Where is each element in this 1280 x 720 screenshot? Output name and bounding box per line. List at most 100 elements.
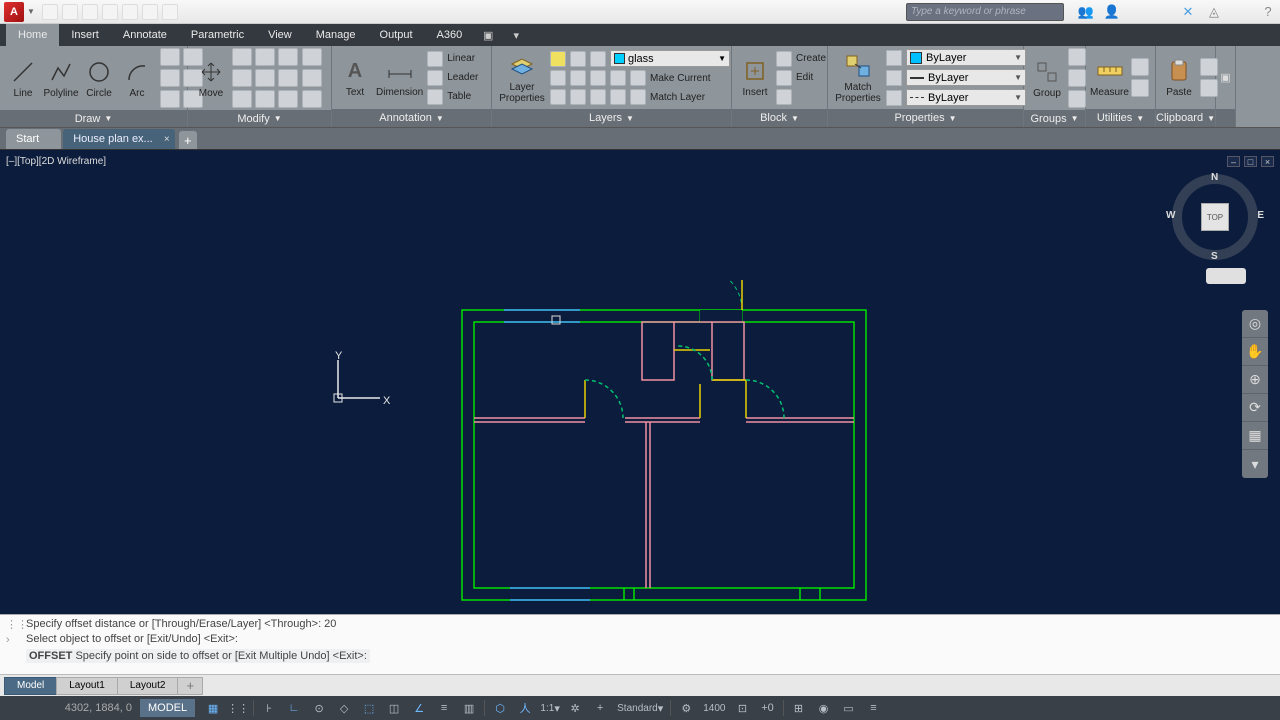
tab-manage[interactable]: Manage — [304, 24, 368, 46]
util-select-icon[interactable] — [1131, 58, 1149, 76]
qat-new-icon[interactable] — [42, 4, 58, 20]
erase-icon[interactable] — [302, 48, 322, 66]
app-store-icon[interactable]: ◬ — [1206, 4, 1222, 20]
group-button[interactable]: Group — [1030, 58, 1064, 99]
layer-tool1-icon[interactable] — [550, 89, 566, 105]
explode-icon[interactable] — [302, 69, 322, 87]
block-more-icon[interactable] — [776, 89, 826, 105]
close-tab-icon[interactable]: × — [164, 134, 170, 145]
iso-toggle-icon[interactable]: ◇ — [332, 698, 356, 718]
layer-properties-button[interactable]: Layer Properties — [498, 52, 546, 104]
create-block-button[interactable]: Create — [776, 51, 826, 67]
viewcube-w[interactable]: W — [1166, 210, 1175, 221]
command-handle-icon[interactable]: ⋮⋮› — [6, 618, 28, 648]
measure-button[interactable]: Measure — [1092, 57, 1127, 98]
viewcube-face[interactable]: TOP — [1201, 203, 1229, 231]
signin-icon[interactable]: 👥 — [1078, 4, 1094, 20]
3dosnap-toggle-icon[interactable]: ◫ — [382, 698, 406, 718]
viewport-min-icon[interactable]: – — [1227, 156, 1240, 167]
edit-block-button[interactable]: Edit — [776, 70, 826, 86]
view-label[interactable]: [–][Top][2D Wireframe] — [6, 156, 106, 167]
viewcube-s[interactable]: S — [1211, 251, 1218, 262]
ribbon-collapse-icon[interactable]: ▣ — [1220, 71, 1230, 84]
tab-a360[interactable]: A360 — [425, 24, 475, 46]
nav-showmotion-icon[interactable]: ▦ — [1242, 422, 1268, 450]
layer-off-icon[interactable] — [550, 70, 566, 86]
app-icon[interactable]: A — [4, 2, 24, 22]
trim-icon[interactable] — [278, 48, 298, 66]
gear-icon[interactable]: ✲ — [563, 698, 587, 718]
polar-toggle-icon[interactable]: ⊙ — [307, 698, 331, 718]
cleanscreen-icon[interactable]: ▭ — [837, 698, 861, 718]
workspace-icon[interactable]: ⚙ — [674, 698, 698, 718]
fillet-icon[interactable] — [278, 69, 298, 87]
polyline-button[interactable]: Polyline — [44, 58, 78, 99]
user-icon[interactable]: 👤 — [1104, 4, 1120, 20]
layer-freeze-icon[interactable] — [570, 51, 586, 67]
units-icon[interactable]: +0 — [756, 698, 780, 718]
lineweight-toggle-icon[interactable]: ≡ — [432, 698, 456, 718]
tab-home[interactable]: Home — [6, 24, 59, 46]
util-qcalc-icon[interactable] — [1131, 79, 1149, 97]
grid-toggle-icon[interactable]: ▦ — [201, 698, 225, 718]
search-input[interactable]: Type a keyword or phrase — [906, 3, 1064, 21]
viewport-close-icon[interactable]: × — [1261, 156, 1274, 167]
modelspace-toggle[interactable]: MODEL — [140, 699, 195, 717]
spline-icon[interactable] — [160, 90, 180, 108]
viewport-max-icon[interactable]: □ — [1244, 156, 1257, 167]
hw-accel-icon[interactable]: ⊞ — [787, 698, 811, 718]
scale-icon[interactable] — [255, 69, 275, 87]
selcycle-icon[interactable]: ⬡ — [488, 698, 512, 718]
tab-insert[interactable]: Insert — [59, 24, 111, 46]
viewcube-e[interactable]: E — [1257, 210, 1264, 221]
tab-output[interactable]: Output — [368, 24, 425, 46]
command-line[interactable]: ⋮⋮› Specify offset distance or [Through/… — [0, 614, 1280, 674]
linear-button[interactable]: Linear — [427, 51, 478, 67]
group-edit-icon[interactable] — [1068, 69, 1086, 87]
ellipse-icon[interactable] — [160, 69, 180, 87]
layer-tool2-icon[interactable] — [570, 89, 586, 105]
status-number[interactable]: 1400 — [699, 698, 729, 718]
leader-button[interactable]: Leader — [427, 70, 478, 86]
layout-2[interactable]: Layout2 — [117, 677, 179, 695]
nav-orbit-icon[interactable]: ⟳ — [1242, 394, 1268, 422]
qat-undo-icon[interactable] — [142, 4, 158, 20]
tab-annotate[interactable]: Annotate — [111, 24, 179, 46]
make-current-button[interactable]: Make Current — [630, 70, 711, 86]
doctab-file[interactable]: House plan ex...× — [63, 129, 175, 149]
color-icon[interactable] — [886, 50, 902, 66]
stretch-icon[interactable] — [232, 90, 252, 108]
layer-iso-icon[interactable] — [570, 70, 586, 86]
tab-parametric[interactable]: Parametric — [179, 24, 256, 46]
offset-icon[interactable] — [278, 90, 298, 108]
linetype-dropdown[interactable]: ByLayer▼ — [906, 89, 1026, 106]
nav-wheel-icon[interactable]: ◎ — [1242, 310, 1268, 338]
featured-apps-icon[interactable]: ▣ — [474, 24, 502, 46]
qat-redo-icon[interactable] — [162, 4, 178, 20]
layer-unlock-icon[interactable] — [610, 70, 626, 86]
qat-saveas-icon[interactable] — [102, 4, 118, 20]
nav-more-icon[interactable]: ▾ — [1242, 450, 1268, 478]
circle-button[interactable]: Circle — [82, 58, 116, 99]
table-button[interactable]: Table — [427, 89, 478, 105]
layout-add[interactable]: + — [177, 677, 203, 695]
new-tab-button[interactable]: + — [179, 131, 197, 149]
layer-tool3-icon[interactable] — [590, 89, 606, 105]
match-layer-button[interactable]: Match Layer — [630, 89, 705, 105]
lineweight-dropdown[interactable]: ByLayer▼ — [906, 69, 1026, 86]
anno-standard[interactable]: Standard▾ — [613, 698, 667, 718]
dimension-button[interactable]: Dimension — [376, 57, 423, 98]
current-layer-dropdown[interactable]: glass▼ — [610, 50, 730, 67]
otrack-toggle-icon[interactable]: ∠ — [407, 698, 431, 718]
mirror-icon[interactable] — [232, 69, 252, 87]
paste-button[interactable]: Paste — [1162, 57, 1196, 98]
ungroup-icon[interactable] — [1068, 48, 1086, 66]
ortho-toggle-icon[interactable]: ∟ — [282, 698, 306, 718]
copy-icon[interactable] — [232, 48, 252, 66]
app-menu-dropdown[interactable]: ▼ — [26, 3, 36, 21]
linetype-icon[interactable] — [886, 90, 902, 106]
plus-icon[interactable]: + — [588, 698, 612, 718]
layout-1[interactable]: Layout1 — [56, 677, 118, 695]
lineweight-icon[interactable] — [886, 70, 902, 86]
layer-lock-icon[interactable] — [590, 51, 606, 67]
